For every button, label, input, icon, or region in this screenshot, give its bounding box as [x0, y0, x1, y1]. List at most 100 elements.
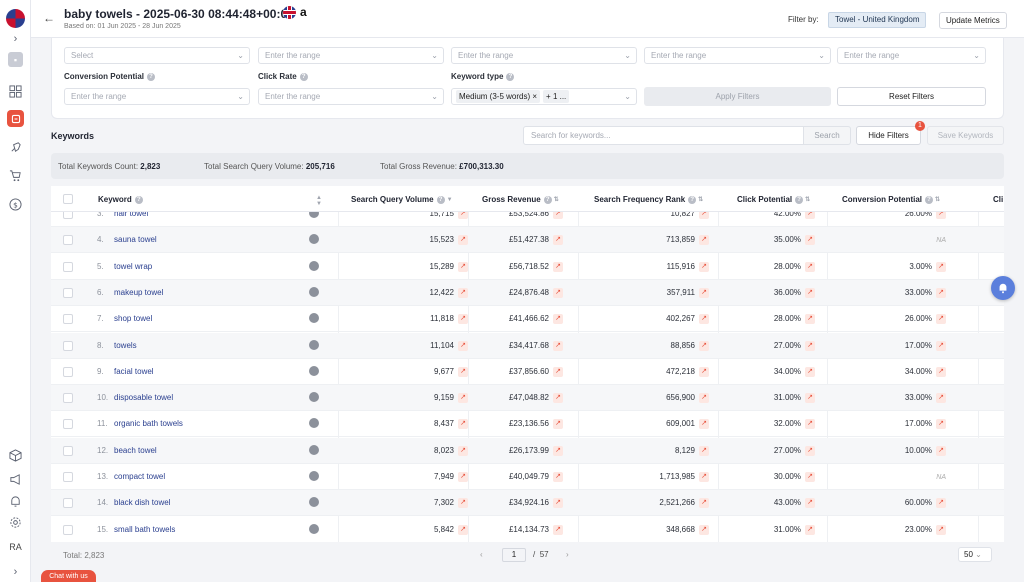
trend-icon[interactable]: ↗	[936, 261, 946, 272]
keyword-link[interactable]: towels	[114, 341, 137, 350]
trend-icon[interactable]: ↗	[553, 445, 563, 456]
trend-icon[interactable]: ↗	[553, 314, 563, 325]
keyword-link[interactable]: makeup towel	[114, 288, 163, 297]
row-checkbox[interactable]	[63, 419, 73, 430]
trend-icon[interactable]: ↗	[553, 340, 563, 351]
column-search-query-volume[interactable]: Search Query Volume? ▼	[351, 195, 453, 204]
trend-icon[interactable]: ↗	[458, 472, 468, 482]
page-input[interactable]: 1	[502, 548, 526, 562]
trend-icon[interactable]: ↗	[805, 366, 815, 377]
brand-logo-icon[interactable]	[6, 9, 25, 28]
keyword-info-icon[interactable]	[309, 471, 319, 481]
trend-icon[interactable]: ↗	[699, 261, 709, 272]
help-icon[interactable]: ?	[436, 195, 445, 204]
trend-icon[interactable]: ↗	[553, 498, 563, 509]
trend-icon[interactable]: ↗	[805, 419, 815, 430]
trend-icon[interactable]: ↗	[458, 287, 468, 298]
keyword-info-icon[interactable]	[309, 313, 319, 324]
notification-bell-icon[interactable]	[991, 276, 1015, 300]
keyword-link[interactable]: beach towel	[114, 446, 157, 455]
back-arrow-icon[interactable]: ←	[43, 12, 55, 24]
trend-icon[interactable]: ↗	[805, 340, 815, 351]
trend-icon[interactable]: ↗	[699, 445, 709, 456]
keyword-info-icon[interactable]	[309, 392, 319, 403]
range-input[interactable]: Enter the range ⌄	[258, 47, 444, 64]
row-checkbox[interactable]	[63, 472, 73, 482]
avatar[interactable]: RA	[5, 538, 26, 555]
select-all-checkbox[interactable]	[63, 194, 73, 204]
keyword-info-icon[interactable]	[309, 286, 319, 297]
column-search-frequency-rank[interactable]: Search Frequency Rank? ⇅	[594, 195, 703, 204]
expand-sidebar-icon[interactable]: ›	[8, 564, 23, 579]
trend-icon[interactable]: ↗	[805, 235, 815, 246]
chat-with-us-button[interactable]: Chat with us	[41, 570, 96, 582]
trend-icon[interactable]: ↗	[936, 393, 946, 404]
column-gross-revenue[interactable]: Gross Revenue? ⇅	[482, 195, 559, 204]
click-rate-range-input[interactable]: Enter the range ⌄	[258, 88, 444, 105]
sort-icon[interactable]: ⇅	[935, 196, 940, 203]
keyword-info-icon[interactable]	[309, 234, 319, 245]
trend-icon[interactable]: ↗	[805, 314, 815, 325]
help-icon[interactable]: ?	[925, 195, 934, 204]
table-row[interactable]: 10. disposable towel 9,159 ↗ £47,048.82 ↗ 656,…	[51, 385, 1004, 412]
column-conversion-potential[interactable]: Conversion Potential? ⇅	[842, 195, 940, 204]
table-row[interactable]: 14. black dish towel 7,302 ↗ £34,924.16 ↗ 2,52…	[51, 490, 1004, 517]
keyword-link[interactable]: small bath towels	[114, 525, 175, 534]
trend-icon[interactable]: ↗	[458, 340, 468, 351]
trend-icon[interactable]: ↗	[805, 524, 815, 535]
row-checkbox[interactable]	[63, 235, 73, 246]
rocket-icon[interactable]	[8, 140, 23, 155]
table-row[interactable]: 11. organic bath towels 8,437 ↗ £23,136.56 ↗ 6…	[51, 411, 1004, 438]
keyword-link[interactable]: compact towel	[114, 472, 165, 481]
keyword-link[interactable]: facial towel	[114, 367, 154, 376]
bell-icon[interactable]	[8, 494, 23, 509]
trend-icon[interactable]: ↗	[458, 445, 468, 456]
trend-icon[interactable]: ↗	[458, 419, 468, 430]
keyword-info-icon[interactable]	[309, 497, 319, 508]
column-click-potential[interactable]: Click Potential? ⇅	[737, 195, 810, 204]
trend-icon[interactable]: ↗	[699, 340, 709, 351]
trend-icon[interactable]: ↗	[699, 419, 709, 430]
row-checkbox[interactable]	[63, 524, 73, 535]
keyword-info-icon[interactable]	[309, 418, 319, 429]
trend-icon[interactable]: ↗	[553, 261, 563, 272]
column-click-truncated[interactable]: Cli	[993, 195, 1003, 204]
keyword-link[interactable]: organic bath towels	[114, 419, 183, 428]
keyword-info-icon[interactable]	[309, 523, 319, 534]
dollar-icon[interactable]: $	[8, 197, 23, 212]
help-icon[interactable]: ?	[688, 195, 697, 204]
keyword-info-icon[interactable]	[309, 260, 319, 271]
trend-icon[interactable]: ↗	[805, 393, 815, 404]
cart-icon[interactable]	[8, 168, 23, 183]
trend-icon[interactable]: ↗	[936, 314, 946, 325]
trend-icon[interactable]: ↗	[805, 472, 815, 482]
sort-icon[interactable]: ⇅	[554, 196, 559, 203]
box-icon[interactable]	[8, 448, 23, 463]
conversion-range-input[interactable]: Enter the range ⌄	[64, 88, 250, 105]
row-checkbox[interactable]	[63, 498, 73, 509]
trend-icon[interactable]: ↗	[458, 498, 468, 509]
table-row[interactable]: 7. shop towel 11,818 ↗ £41,466.62 ↗ 402,267 ↗ 28…	[51, 306, 1004, 333]
trend-icon[interactable]: ↗	[936, 366, 946, 377]
sort-icon[interactable]: ▲ ▼	[314, 195, 322, 207]
update-metrics-button[interactable]: Update Metrics	[939, 12, 1007, 29]
trend-icon[interactable]: ↗	[553, 524, 563, 535]
trend-icon[interactable]: ↗	[936, 340, 946, 351]
row-checkbox[interactable]	[63, 445, 73, 456]
table-row[interactable]: 8. towels 11,104 ↗ £34,417.68 ↗ 88,856 ↗ 27.00% ↗…	[51, 332, 1004, 359]
select-filter[interactable]: Select ⌄	[64, 47, 250, 64]
reset-filters-button[interactable]: Reset Filters	[837, 87, 986, 106]
trend-icon[interactable]: ↗	[699, 393, 709, 404]
range-input[interactable]: Enter the range ⌄	[451, 47, 637, 64]
trend-icon[interactable]: ↗	[805, 261, 815, 272]
per-page-select[interactable]: 50 ⌄	[958, 547, 992, 562]
keyword-link[interactable]: black dish towel	[114, 498, 170, 507]
trend-icon[interactable]: ↗	[699, 287, 709, 298]
trend-icon[interactable]: ↗	[699, 235, 709, 246]
sort-icon[interactable]: ⇅	[805, 196, 810, 203]
row-checkbox[interactable]	[63, 261, 73, 272]
table-row[interactable]: 5. towel wrap 15,289 ↗ £56,718.52 ↗ 115,916 ↗ 28…	[51, 254, 1004, 280]
search-button[interactable]: Search	[804, 126, 851, 145]
keyword-info-icon[interactable]	[309, 365, 319, 376]
apply-filters-button[interactable]: Apply Filters	[644, 87, 831, 106]
